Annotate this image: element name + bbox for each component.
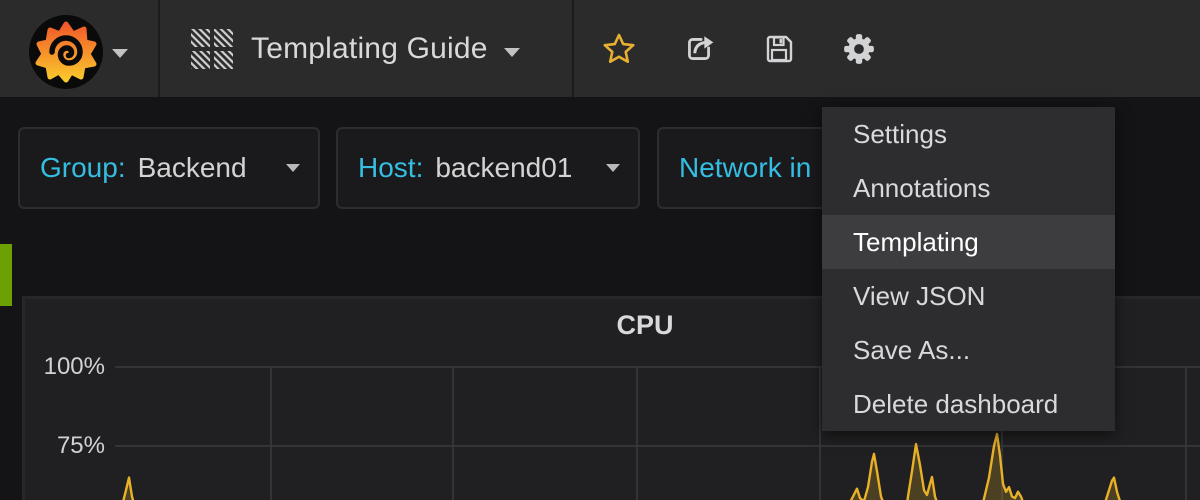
chevron-down-icon bbox=[590, 159, 620, 177]
share-icon bbox=[682, 32, 716, 66]
variable-label: Host: bbox=[358, 152, 423, 184]
variable-value: Backend bbox=[138, 152, 247, 184]
share-button[interactable] bbox=[676, 26, 722, 72]
logo-dropdown-caret-icon[interactable] bbox=[112, 49, 128, 58]
dashboard-settings-menu: Settings Annotations Templating View JSO… bbox=[822, 107, 1115, 431]
title-dropdown-caret-icon bbox=[504, 48, 520, 57]
variable-pill-group[interactable]: Group: Backend bbox=[18, 127, 320, 209]
menu-item-annotations[interactable]: Annotations bbox=[822, 161, 1115, 215]
top-navbar: Templating Guide bbox=[0, 0, 1200, 97]
star-button[interactable] bbox=[596, 26, 642, 72]
variable-pill-host[interactable]: Host: backend01 bbox=[336, 127, 640, 209]
save-icon bbox=[763, 33, 795, 65]
dashboard-title-picker[interactable]: Templating Guide bbox=[191, 0, 520, 97]
save-button[interactable] bbox=[756, 26, 802, 72]
navbar-divider bbox=[572, 0, 574, 97]
menu-item-label: Settings bbox=[853, 119, 947, 149]
y-axis-tick-100: 100% bbox=[20, 353, 105, 381]
navbar-divider bbox=[158, 0, 160, 97]
navbar-actions bbox=[596, 0, 882, 97]
menu-item-view-json[interactable]: View JSON bbox=[822, 269, 1115, 323]
variable-label: Group: bbox=[40, 152, 126, 184]
menu-item-settings[interactable]: Settings bbox=[822, 107, 1115, 161]
variable-label: Network in bbox=[679, 152, 811, 184]
menu-item-label: Templating bbox=[853, 227, 979, 257]
settings-gear-button[interactable] bbox=[836, 26, 882, 72]
menu-item-label: Delete dashboard bbox=[853, 389, 1058, 419]
star-icon bbox=[602, 32, 636, 66]
variable-value: backend01 bbox=[435, 152, 572, 184]
gear-icon bbox=[842, 32, 876, 66]
chevron-down-icon bbox=[270, 159, 300, 177]
menu-item-label: Save As... bbox=[853, 335, 970, 365]
menu-item-save-as[interactable]: Save As... bbox=[822, 323, 1115, 377]
y-axis-tick-75: 75% bbox=[20, 432, 105, 460]
grafana-dashboard-screen: Templating Guide bbox=[0, 0, 1200, 500]
row-collapse-tab[interactable] bbox=[0, 244, 12, 306]
menu-item-delete-dashboard[interactable]: Delete dashboard bbox=[822, 377, 1115, 431]
menu-item-templating[interactable]: Templating bbox=[822, 215, 1115, 269]
dashboard-title: Templating Guide bbox=[251, 32, 488, 66]
menu-item-label: Annotations bbox=[853, 173, 990, 203]
menu-item-label: View JSON bbox=[853, 281, 985, 311]
dashboard-grid-icon bbox=[191, 29, 233, 69]
